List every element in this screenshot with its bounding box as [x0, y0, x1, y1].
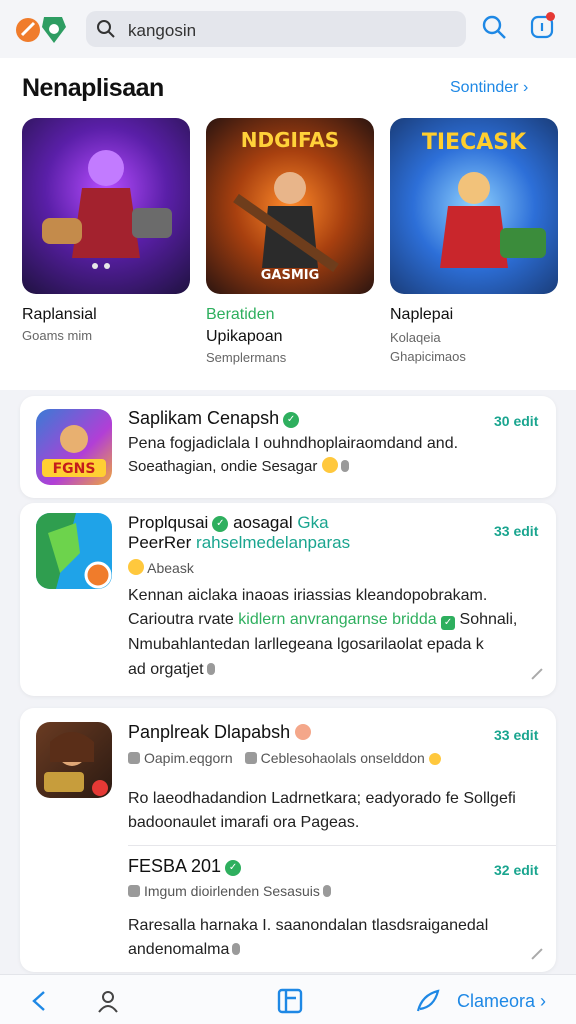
tag-icon	[340, 460, 349, 472]
verified-icon: ✓	[283, 412, 300, 428]
item-text: Ro laeodhadandion Ladrnetkara; eadyorado…	[128, 790, 516, 807]
app-icon	[36, 722, 112, 798]
item-title: Panplreak Dlapabsh	[128, 722, 312, 743]
avatar-icon	[295, 724, 312, 740]
carousel-dots	[92, 256, 116, 274]
tag-icon	[232, 943, 241, 955]
item-text: Soeathagian, ondie Sesagar	[128, 455, 349, 479]
divider	[128, 845, 556, 846]
list-item[interactable]: Proplqusai ✓ aosagal Gka PeerRer rahselme…	[20, 503, 556, 696]
item-meta: Oapim.eqgorn Ceblesohaolals onselddon	[128, 750, 441, 766]
item-size: 33 edit	[494, 523, 539, 539]
emoji-icon	[128, 559, 144, 575]
notification-badge	[546, 12, 555, 21]
top-bar: kangosin	[0, 0, 576, 58]
emoji-icon	[428, 753, 441, 765]
list-item[interactable]: FGNS Saplikam Cenapsh ✓ 30 edit Pena fogj…	[20, 396, 556, 498]
app-icon	[36, 513, 112, 589]
search-icon[interactable]	[481, 14, 507, 40]
check-icon: ✓	[441, 616, 456, 630]
item-text: ad orgatjet	[128, 658, 215, 682]
item-text: andenomalma	[128, 938, 241, 962]
app-icon: FGNS	[36, 409, 112, 485]
thumb-title: NDGIFAS	[240, 128, 340, 152]
item-text: Pena fogjadiclala I ouhndhoplairaomdand …	[128, 435, 459, 452]
thumb-title: TIECASK	[421, 130, 527, 155]
edit-icon[interactable]	[531, 668, 543, 680]
book-icon[interactable]	[276, 987, 304, 1015]
thumb-caption: GASMIG	[260, 268, 320, 283]
card-name: Beratiden	[206, 306, 275, 323]
verified-icon: ✓	[212, 516, 229, 532]
item-size: 32 edit	[494, 862, 539, 878]
card-subtitle: Upikapoan	[206, 328, 283, 345]
card-name: Raplansial	[22, 306, 97, 323]
see-all-link[interactable]: Sontinder ›	[450, 79, 528, 97]
app-logo-icon[interactable]	[14, 13, 70, 47]
edit-icon[interactable]	[531, 948, 543, 960]
card-category: Ghapicimaos	[390, 349, 466, 364]
item-title: FESBA 201 ✓	[128, 856, 242, 877]
item-text: Nmubahlantedan larllegeana lgosarilaolat…	[128, 636, 484, 653]
verified-icon: ✓	[225, 860, 242, 876]
search-input[interactable]: kangosin	[128, 21, 196, 41]
featured-card[interactable]: Raplansial Goams mim	[22, 118, 190, 343]
game-thumbnail: TIECASK	[390, 118, 558, 294]
app-icon-art	[44, 732, 108, 796]
featured-card[interactable]: NDGIFAS GASMIG Beratiden Upikapoan Sempl…	[206, 118, 374, 365]
card-subtitle: Goams mim	[22, 328, 93, 343]
nav-label[interactable]: Clameora ›	[457, 991, 546, 1012]
tag-icon	[206, 663, 215, 675]
search-bar[interactable]: kangosin	[86, 11, 466, 47]
item-text: badoonaulet imarafi ora Pageas.	[128, 814, 360, 831]
card-category: Semplermans	[206, 350, 287, 365]
feather-icon[interactable]	[414, 987, 442, 1015]
maps-icon	[36, 513, 112, 589]
card-subtitle: Kolaqeia	[390, 330, 441, 345]
card-name: Naplepai	[390, 306, 454, 323]
search-icon	[97, 20, 115, 38]
item-title: PeerRer rahselmedelanparas	[128, 533, 351, 552]
list-group: Panplreak Dlapabsh 33 edit Oapim.eqgorn …	[20, 708, 556, 972]
item-text: Raresalla harnaka I. saanondalan tlasdsr…	[128, 917, 489, 934]
featured-card[interactable]: TIECASK Naplepai Kolaqeia Ghapicimaos	[390, 118, 558, 364]
item-title: Proplqusai ✓ aosagal Gka	[128, 513, 329, 532]
item-text: Kennan aiclaka inaoas iriassias kleandop…	[128, 587, 488, 604]
bottom-nav: Clameora ›	[0, 974, 576, 1024]
section-title: Nenaplisaan	[22, 74, 164, 102]
item-size: 33 edit	[494, 727, 539, 743]
profile-icon[interactable]	[95, 988, 121, 1014]
emoji-icon	[321, 457, 338, 473]
item-meta: Abeask	[128, 559, 194, 576]
game-thumbnail	[22, 118, 190, 294]
item-size: 30 edit	[494, 413, 539, 429]
game-thumbnail: NDGIFAS GASMIG	[206, 118, 374, 294]
back-icon[interactable]	[28, 988, 54, 1014]
item-text: Carioutra rvate kidlern anvrangarnse bri…	[128, 611, 518, 630]
tag-icon	[322, 885, 331, 897]
item-meta: Imgum dioirlenden Sesasuis	[128, 883, 331, 899]
item-title: Saplikam Cenapsh ✓	[128, 408, 300, 429]
app-icon-label: FGNS	[52, 461, 96, 477]
